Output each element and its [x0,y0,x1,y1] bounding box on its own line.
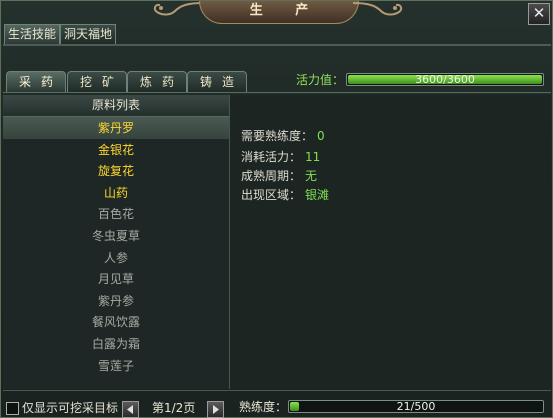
right-ornament-icon [353,2,403,16]
list-item[interactable]: 餐风饮露 [3,311,229,333]
list-item[interactable]: 紫丹参 [3,290,229,312]
arrow-left-icon [127,405,133,414]
list-item[interactable]: 月见草 [3,268,229,290]
subtab-forging[interactable]: 铸造 [187,71,247,92]
list-item[interactable]: 百色花 [3,203,229,225]
page-indicator: 第1/2页 [152,401,196,415]
production-window: 生 产 ✕ 生活技能 洞天福地 采药 挖矿 炼药 铸造 活力值： 3600/36… [0,0,553,418]
list-item[interactable]: 紫丹罗 [3,117,229,139]
subtab-mining[interactable]: 挖矿 [67,71,127,92]
maturity-period-label: 成熟周期： [241,169,302,183]
vitality-cost-label: 消耗活力： [241,150,302,164]
proficiency-label: 熟练度： [239,400,288,414]
list-item[interactable]: 山药 [3,182,229,204]
prev-page-button[interactable] [122,401,139,418]
vitality-bar: 3600/3600 [346,73,544,86]
list-item[interactable]: 白露为霜 [3,333,229,355]
material-list-header: 原料列表 [3,95,229,117]
required-proficiency-value: 0 [317,129,325,143]
detail-panel: 需要熟练度： 0 消耗活力： 11 成熟周期：无 出现区域： 银滩 [230,95,551,389]
proficiency-bar: 21/500 [288,400,544,413]
list-item[interactable]: 雪莲子 [3,355,229,377]
tab-cave-paradise[interactable]: 洞天福地 [60,24,116,45]
close-icon: ✕ [532,4,546,22]
vitality-label: 活力值： [296,73,345,87]
maturity-period-row: 成熟周期：无 [241,168,317,184]
vitality-cost-row: 消耗活力： 11 [241,149,320,165]
list-item[interactable]: 金银花 [3,139,229,161]
tab-life-skills[interactable]: 生活技能 [4,24,60,45]
arrow-right-icon [213,405,219,414]
region-label: 出现区域： [241,188,302,202]
vitality-cost-value: 11 [305,150,321,164]
subtab-alchemy[interactable]: 炼药 [127,71,187,92]
tab-divider [3,44,551,46]
footer-divider [3,390,551,391]
list-item[interactable]: 冬虫夏草 [3,225,229,247]
required-proficiency-label: 需要熟练度： [241,129,314,143]
vitality-value: 3600/3600 [415,73,475,86]
filter-checkbox-label[interactable]: 仅显示可挖采目标 [22,401,118,415]
material-list-panel: 原料列表 紫丹罗 金银花 旋复花 山药 百色花 冬虫夏草 人参 月见草 紫丹参 餐风饮露 白露为霜雪… [3,95,230,389]
maturity-period-value: 无 [305,169,318,183]
subtab-herb-gathering[interactable]: 采药 [6,71,66,92]
required-proficiency-row: 需要熟练度： 0 [241,128,325,144]
filter-checkbox[interactable] [6,402,19,415]
region-value: 银滩 [305,188,330,202]
region-row: 出现区域： 银滩 [241,187,329,203]
subtab-divider [3,92,551,93]
left-ornament-icon [153,2,203,16]
proficiency-value: 21/500 [396,400,436,413]
list-item[interactable]: 旋复花 [3,160,229,182]
close-button[interactable]: ✕ [528,3,550,25]
next-page-button[interactable] [207,401,224,418]
window-title: 生 产 [199,1,359,24]
list-item[interactable]: 人参 [3,247,229,269]
